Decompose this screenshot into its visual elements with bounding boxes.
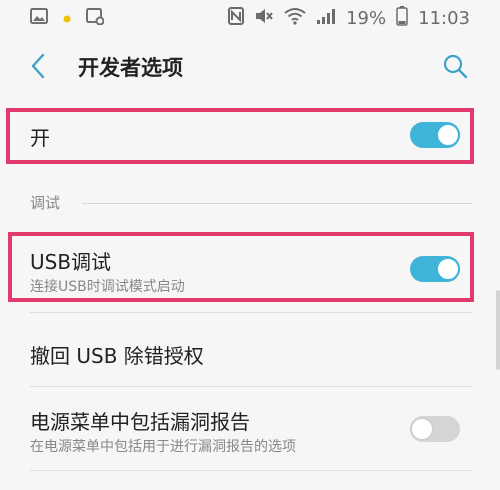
page-title: 开发者选项	[78, 56, 183, 80]
usb-debugging-row[interactable]: USB调试 连接USB时调试模式启动	[0, 236, 500, 302]
bug-report-toggle[interactable]	[410, 416, 460, 442]
bug-report-summary: 在电源菜单中包括用于进行漏洞报告的选项	[30, 439, 296, 455]
battery-icon	[396, 6, 408, 31]
toggle-knob	[436, 257, 460, 281]
nfc-icon	[228, 7, 245, 30]
chevron-left-icon	[30, 53, 46, 83]
row-divider	[30, 470, 472, 471]
row-divider	[30, 312, 472, 313]
signal-icon	[316, 7, 336, 30]
search-button[interactable]	[440, 50, 470, 86]
bug-report-row[interactable]: 电源菜单中包括漏洞报告 在电源菜单中包括用于进行漏洞报告的选项	[0, 396, 500, 466]
status-left-icons	[30, 7, 105, 29]
master-switch-row[interactable]: 开	[0, 106, 500, 164]
section-divider	[82, 203, 472, 204]
back-button[interactable]	[26, 50, 50, 86]
clock: 11:03	[418, 7, 470, 29]
usb-debugging-label: USB调试	[30, 250, 112, 274]
toggle-knob	[436, 123, 460, 147]
battery-percent: 19%	[346, 7, 387, 29]
bug-report-label: 电源菜单中包括漏洞报告	[30, 410, 250, 434]
mute-icon	[254, 7, 274, 30]
section-header-debug: 调试	[30, 194, 61, 212]
master-switch-label: 开	[30, 126, 50, 150]
usb-debugging-toggle[interactable]	[410, 256, 460, 282]
revoke-usb-label: 撤回 USB 除错授权	[30, 344, 204, 368]
revoke-usb-row[interactable]: 撤回 USB 除错授权	[0, 326, 500, 376]
usb-debugging-summary: 连接USB时调试模式启动	[30, 279, 185, 295]
status-right-icons: 19% 11:03	[228, 6, 470, 31]
notification-dot-icon	[62, 9, 72, 28]
search-icon	[442, 53, 468, 83]
toggle-knob	[410, 417, 434, 441]
wifi-icon	[284, 7, 306, 30]
image-icon	[30, 8, 48, 28]
status-bar: 19% 11:03	[0, 0, 500, 32]
row-divider	[30, 386, 472, 387]
app-bar: 开发者选项	[0, 32, 500, 104]
calendar-icon	[86, 7, 105, 29]
scrollbar[interactable]	[496, 290, 500, 370]
master-switch-toggle[interactable]	[410, 122, 460, 148]
